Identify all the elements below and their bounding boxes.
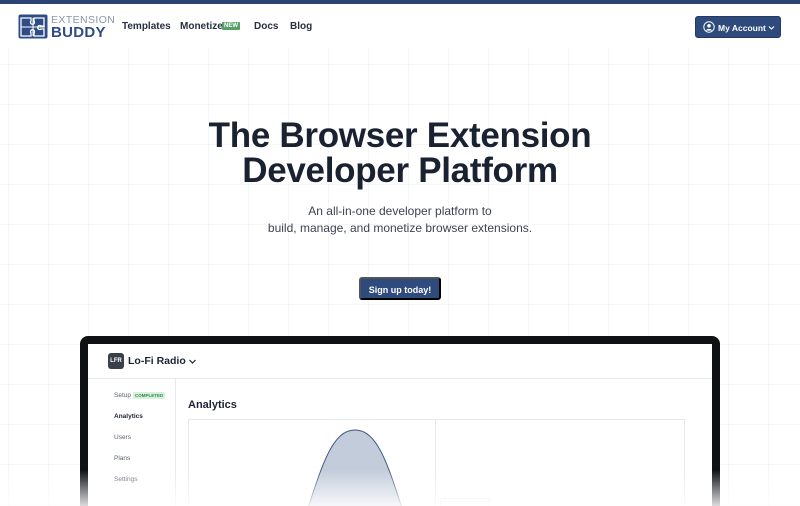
- app-sidebar: Setup COMPLETED Analytics Users Plans Se…: [88, 379, 176, 506]
- new-badge: NEW: [222, 22, 240, 30]
- nav-link-docs[interactable]: Docs: [254, 21, 278, 32]
- hero-subtitle-line-2: build, manage, and monetize browser exte…: [267, 221, 533, 235]
- app-header: LFR Lo-Fi Radio: [88, 344, 712, 379]
- analytics-chart-panel: [188, 419, 436, 506]
- nav-link-templates[interactable]: Templates: [122, 21, 171, 32]
- sidebar-item-plans[interactable]: Plans: [114, 455, 130, 463]
- hero-subtitle-line-1: An all-in-one developer platform to: [308, 204, 492, 218]
- nav-link-monetize[interactable]: Monetize: [180, 21, 223, 32]
- hero-title-line-1: The Browser Extension: [208, 116, 592, 155]
- nav-link-blog[interactable]: Blog: [290, 21, 312, 32]
- device-mockup: LFR Lo-Fi Radio Setup COMPLETED Analytic…: [80, 336, 720, 506]
- completed-badge: COMPLETED: [133, 392, 166, 399]
- top-navbar: EXTENSION BUDDY Templates Monetize NEW D…: [0, 4, 800, 48]
- app-screen: LFR Lo-Fi Radio Setup COMPLETED Analytic…: [88, 344, 712, 506]
- puzzle-icon: [18, 14, 48, 39]
- my-account-label: My Account: [718, 23, 766, 33]
- analytics-side-panel: [435, 419, 685, 506]
- sidebar-item-users[interactable]: Users: [114, 434, 131, 442]
- logo-text-bottom: BUDDY: [51, 24, 106, 41]
- signup-button[interactable]: Sign up today!: [359, 277, 441, 300]
- user-circle-icon: [703, 21, 715, 33]
- extension-avatar: LFR: [108, 353, 124, 369]
- chart-tooltip: [440, 498, 490, 506]
- chevron-down-icon[interactable]: [188, 357, 197, 366]
- sidebar-item-settings[interactable]: Settings: [114, 476, 138, 484]
- sidebar-item-setup[interactable]: Setup: [114, 392, 131, 400]
- my-account-button[interactable]: My Account: [695, 16, 781, 38]
- bell-curve-chart: [308, 429, 402, 506]
- hero-subtitle: An all-in-one developer platform to buil…: [200, 203, 600, 237]
- hero-title-line-2: Developer Platform: [242, 151, 558, 190]
- chart-area: [308, 429, 402, 506]
- sidebar-item-analytics[interactable]: Analytics: [114, 413, 143, 421]
- logo[interactable]: EXTENSION BUDDY: [18, 14, 115, 41]
- hero-title: The Browser Extension Developer Platform: [100, 118, 700, 188]
- analytics-title: Analytics: [188, 399, 237, 411]
- chevron-down-icon: [768, 26, 775, 30]
- extension-name[interactable]: Lo-Fi Radio: [128, 355, 186, 367]
